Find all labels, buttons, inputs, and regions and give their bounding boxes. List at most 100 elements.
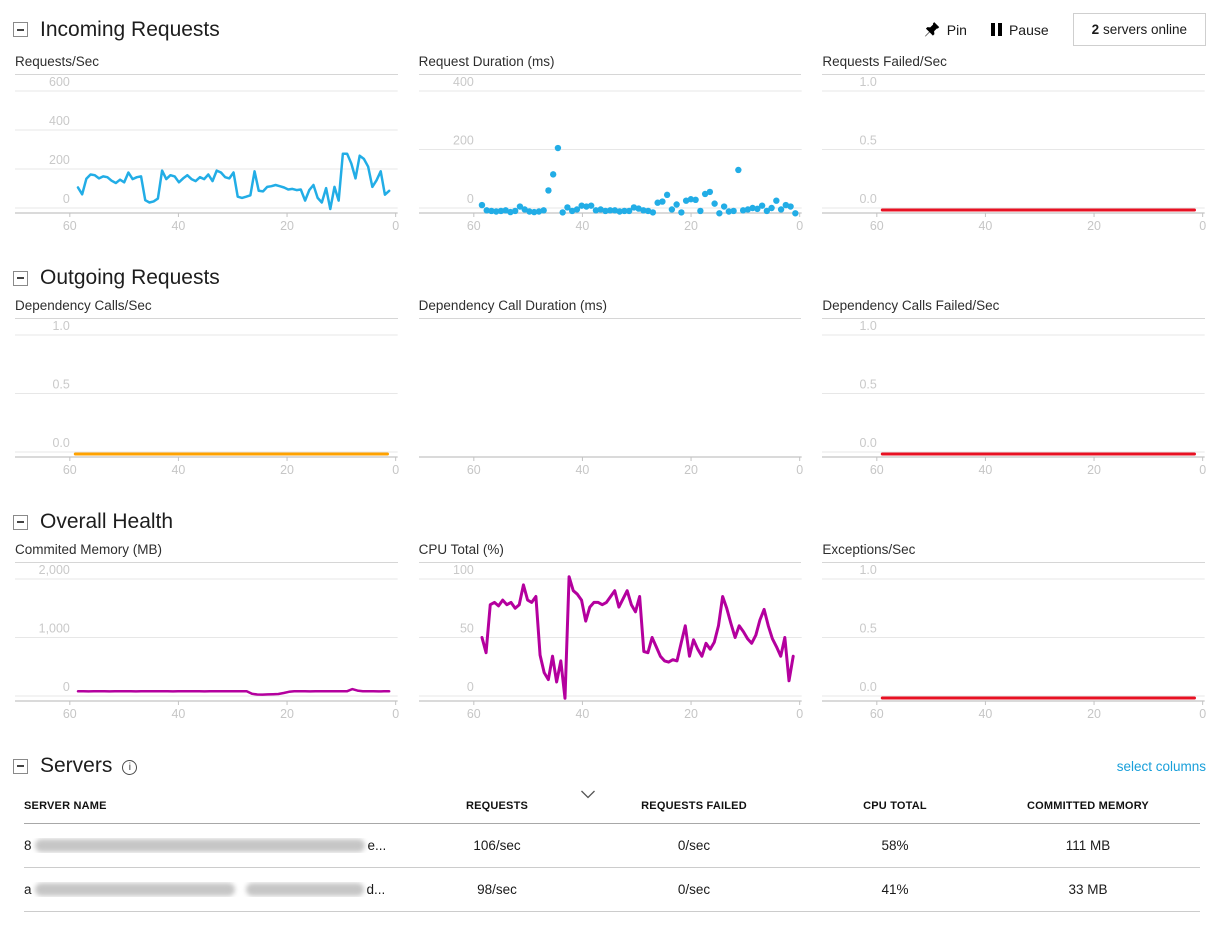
select-columns-link[interactable]: select columns xyxy=(1117,759,1206,774)
section-header-servers: Servers i select columns xyxy=(0,747,1224,784)
svg-text:0: 0 xyxy=(1200,219,1207,233)
chart-requests-per-sec: Requests/Sec 60040020006040200 xyxy=(15,54,398,235)
svg-text:0.5: 0.5 xyxy=(860,133,877,147)
svg-text:0: 0 xyxy=(796,463,803,477)
outgoing-requests-charts: Dependency Calls/Sec 1.00.50.06040200 De… xyxy=(0,298,1224,479)
redacted-server-name xyxy=(35,883,235,896)
svg-text:60: 60 xyxy=(63,219,77,233)
server-name-suffix: d... xyxy=(367,882,386,897)
section-header-incoming-requests: Incoming Requests Pin Pause 2 servers on… xyxy=(0,6,1224,52)
svg-text:20: 20 xyxy=(684,707,698,721)
minus-icon xyxy=(17,521,24,523)
svg-text:1.0: 1.0 xyxy=(860,563,877,577)
chart-title: Dependency Calls/Sec xyxy=(15,298,398,319)
requests-value: 98/sec xyxy=(420,882,574,897)
svg-text:0.5: 0.5 xyxy=(52,377,69,391)
servers-online-label: servers online xyxy=(1103,22,1187,37)
svg-text:1,000: 1,000 xyxy=(39,621,70,635)
toolbar: Pin Pause 2 servers online xyxy=(924,13,1206,46)
svg-text:600: 600 xyxy=(49,75,70,89)
svg-text:0: 0 xyxy=(796,219,803,233)
svg-text:40: 40 xyxy=(979,707,993,721)
svg-text:0.0: 0.0 xyxy=(860,192,877,206)
collapse-overall-health-icon[interactable] xyxy=(13,515,28,530)
chart-request-duration: Request Duration (ms) 40020006040200 xyxy=(419,54,802,235)
svg-text:2,000: 2,000 xyxy=(39,563,70,577)
svg-text:60: 60 xyxy=(870,707,884,721)
info-icon[interactable]: i xyxy=(122,760,137,775)
requests-failed-per-sec-plot: 1.00.50.06040200 xyxy=(822,75,1205,235)
redacted-server-name xyxy=(246,883,364,896)
chart-title: Requests/Sec xyxy=(15,54,398,75)
pushpin-icon xyxy=(924,21,940,38)
servers-online-count: 2 xyxy=(1092,22,1100,37)
pin-button[interactable]: Pin xyxy=(924,21,967,38)
svg-text:20: 20 xyxy=(1087,707,1101,721)
chart-title: Requests Failed/Sec xyxy=(822,54,1205,75)
svg-text:20: 20 xyxy=(280,219,294,233)
sort-chevron-down-icon[interactable] xyxy=(580,790,596,802)
svg-text:0: 0 xyxy=(467,680,474,694)
server-name-prefix: 8 xyxy=(24,838,32,853)
server-row-2[interactable]: a d... 98/sec 0/sec 41% 33 MB xyxy=(24,868,1200,912)
svg-text:0: 0 xyxy=(392,707,399,721)
collapse-incoming-requests-icon[interactable] xyxy=(13,22,28,37)
svg-text:40: 40 xyxy=(979,219,993,233)
dependency-calls-per-sec-plot: 1.00.50.06040200 xyxy=(15,319,398,479)
pin-label: Pin xyxy=(947,22,967,38)
svg-text:60: 60 xyxy=(467,463,481,477)
svg-text:0.0: 0.0 xyxy=(52,436,69,450)
redacted-server-name xyxy=(35,839,365,852)
column-header-cpu-total[interactable]: CPU TOTAL xyxy=(814,800,976,812)
committed-memory-plot: 2,0001,00006040200 xyxy=(15,563,398,723)
pause-bars-icon xyxy=(991,23,1002,36)
requests-failed-value: 0/sec xyxy=(574,882,814,897)
column-header-server-name[interactable]: SERVER NAME xyxy=(24,800,420,812)
server-row-1[interactable]: 8 e... 106/sec 0/sec 58% 111 MB xyxy=(24,824,1200,868)
chart-dependency-call-duration: Dependency Call Duration (ms) 6040200 xyxy=(419,298,802,479)
dependency-call-duration-plot: 6040200 xyxy=(419,319,802,479)
svg-text:40: 40 xyxy=(172,707,186,721)
chart-title: Dependency Call Duration (ms) xyxy=(419,298,802,319)
svg-text:60: 60 xyxy=(467,219,481,233)
collapse-servers-icon[interactable] xyxy=(13,759,28,774)
minus-icon xyxy=(17,765,24,767)
requests-failed-value: 0/sec xyxy=(574,838,814,853)
column-header-requests-failed[interactable]: REQUESTS FAILED xyxy=(574,800,814,812)
minus-icon xyxy=(17,29,24,31)
column-header-committed-memory[interactable]: COMMITTED MEMORY xyxy=(976,800,1200,812)
svg-text:0: 0 xyxy=(392,219,399,233)
requests-value: 106/sec xyxy=(420,838,574,853)
svg-text:1.0: 1.0 xyxy=(860,75,877,89)
section-title-incoming-requests: Incoming Requests xyxy=(40,18,220,42)
servers-table: SERVER NAME REQUESTS REQUESTS FAILED CPU… xyxy=(24,784,1200,912)
server-name-cell: 8 e... xyxy=(24,838,420,853)
svg-text:0: 0 xyxy=(392,463,399,477)
pause-button[interactable]: Pause xyxy=(991,22,1049,38)
requests-per-sec-plot: 60040020006040200 xyxy=(15,75,398,235)
svg-text:20: 20 xyxy=(280,463,294,477)
section-title-outgoing-requests: Outgoing Requests xyxy=(40,266,220,290)
cpu-total-value: 58% xyxy=(814,838,976,853)
svg-text:0.5: 0.5 xyxy=(860,621,877,635)
svg-text:200: 200 xyxy=(49,153,70,167)
svg-text:40: 40 xyxy=(172,219,186,233)
chart-title: CPU Total (%) xyxy=(419,542,802,563)
chart-title: Request Duration (ms) xyxy=(419,54,802,75)
minus-icon xyxy=(17,277,24,279)
dependency-calls-failed-per-sec-plot: 1.00.50.06040200 xyxy=(822,319,1205,479)
svg-text:60: 60 xyxy=(63,707,77,721)
servers-table-header: SERVER NAME REQUESTS REQUESTS FAILED CPU… xyxy=(24,784,1200,824)
servers-online-badge: 2 servers online xyxy=(1073,13,1206,46)
svg-text:20: 20 xyxy=(684,219,698,233)
cpu-total-plot: 1005006040200 xyxy=(419,563,802,723)
section-title-servers: Servers xyxy=(40,754,112,778)
svg-text:60: 60 xyxy=(870,463,884,477)
svg-text:100: 100 xyxy=(453,563,474,577)
svg-text:0: 0 xyxy=(467,192,474,206)
server-name-prefix: a xyxy=(24,882,32,897)
column-header-requests[interactable]: REQUESTS xyxy=(420,800,574,812)
pause-label: Pause xyxy=(1009,22,1049,38)
collapse-outgoing-requests-icon[interactable] xyxy=(13,271,28,286)
live-metrics-page: Incoming Requests Pin Pause 2 servers on… xyxy=(0,0,1224,942)
